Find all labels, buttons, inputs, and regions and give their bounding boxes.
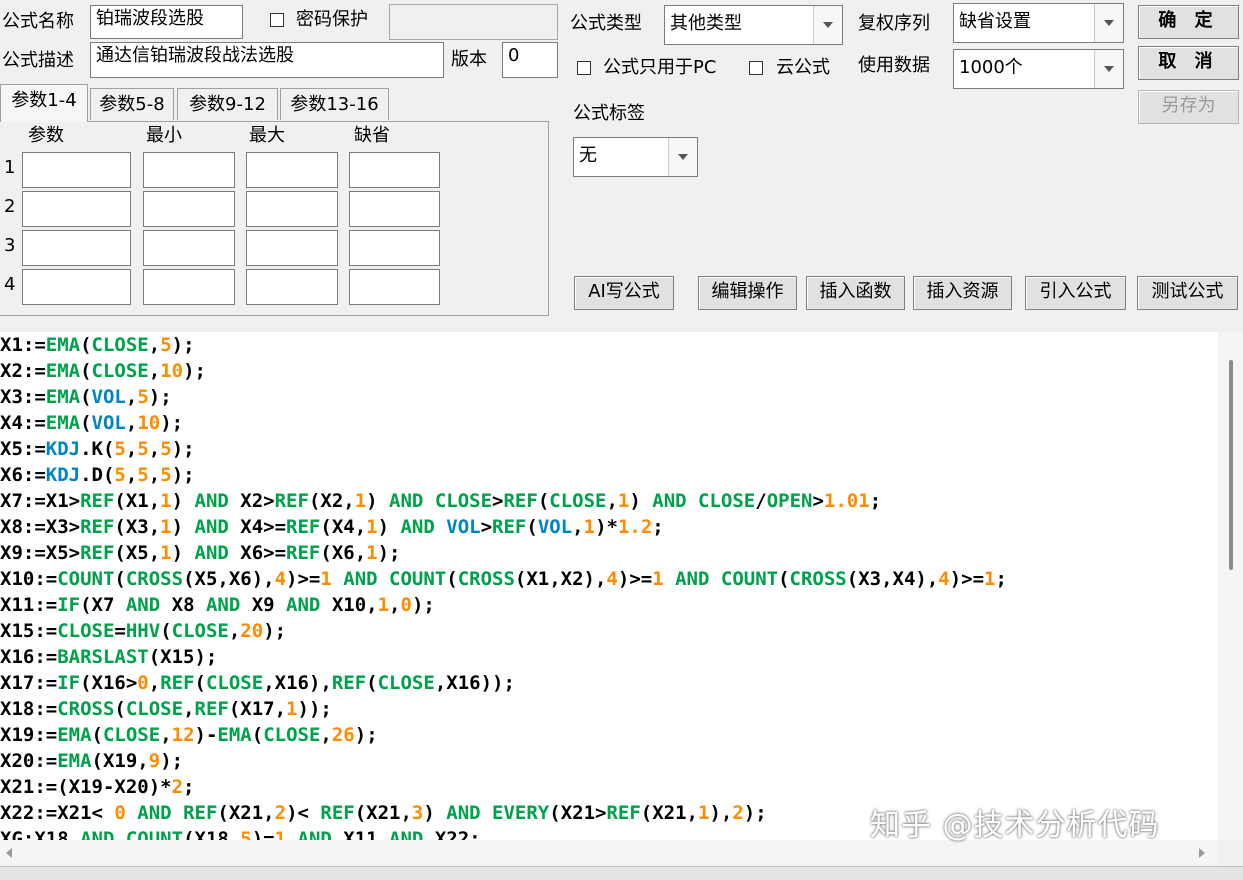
param-4-default-input[interactable] <box>349 269 440 305</box>
code-line[interactable]: X19:=EMA(CLOSE,12)-EMA(CLOSE,26); <box>0 722 1007 748</box>
tab-params-13-16[interactable]: 参数13-16 <box>280 88 389 120</box>
code-line[interactable]: X9:=X5>REF(X5,1) AND X6>=REF(X6,1); <box>0 540 1007 566</box>
param-4-min-input[interactable] <box>143 269 235 305</box>
params-header-max: 最大 <box>249 125 285 146</box>
param-row-number: 2 <box>4 196 16 217</box>
vertical-scrollbar[interactable] <box>1218 332 1243 840</box>
password-label: 密码保护 <box>296 9 368 30</box>
ok-button[interactable]: 确 定 <box>1138 5 1239 39</box>
tab-params-5-8[interactable]: 参数5-8 <box>90 88 174 120</box>
param-2-max-input[interactable] <box>246 191 338 227</box>
code-line[interactable]: X2:=EMA(CLOSE,10); <box>0 358 1007 384</box>
code-line[interactable]: X20:=EMA(X19,9); <box>0 748 1007 774</box>
watermark: 知乎 @技术分析代码 <box>870 808 1160 843</box>
param-2-name-input[interactable] <box>22 191 131 227</box>
chevron-down-icon[interactable] <box>1094 50 1123 88</box>
formula-desc-label: 公式描述 <box>2 50 74 71</box>
param-1-max-input[interactable] <box>246 152 338 188</box>
rights-value: 缺省设置 <box>959 11 1031 32</box>
version-label: 版本 <box>451 49 487 70</box>
param-3-min-input[interactable] <box>143 230 235 266</box>
code-line[interactable]: X3:=EMA(VOL,5); <box>0 384 1007 410</box>
pc-only-checkbox[interactable] <box>577 61 591 75</box>
param-1-min-input[interactable] <box>143 152 235 188</box>
param-row-number: 4 <box>4 274 16 295</box>
test-formula-button[interactable]: 测试公式 <box>1137 276 1238 310</box>
param-3-name-input[interactable] <box>22 230 131 266</box>
code-line[interactable]: X4:=EMA(VOL,10); <box>0 410 1007 436</box>
formula-type-label: 公式类型 <box>570 13 642 34</box>
rights-label: 复权序列 <box>858 13 930 34</box>
password-input[interactable] <box>389 4 558 40</box>
params-header-min: 最小 <box>146 125 182 146</box>
chevron-down-icon[interactable] <box>1094 4 1123 42</box>
param-row-number: 3 <box>4 235 16 256</box>
edit-operation-button[interactable]: 编辑操作 <box>698 276 797 310</box>
insert-resource-button[interactable]: 插入资源 <box>913 276 1012 310</box>
code-line[interactable]: X18:=CROSS(CLOSE,REF(X17,1)); <box>0 696 1007 722</box>
cancel-button[interactable]: 取 消 <box>1138 46 1239 80</box>
code-line[interactable]: X21:=(X19-X20)*2; <box>0 774 1007 800</box>
param-4-name-input[interactable] <box>22 269 131 305</box>
formula-name-input[interactable]: 铂瑞波段选股 <box>90 5 243 39</box>
tab-params-1-4[interactable]: 参数1-4 <box>0 84 88 122</box>
code-line[interactable]: X6:=KDJ.D(5,5,5); <box>0 462 1007 488</box>
use-data-label: 使用数据 <box>858 55 930 76</box>
insert-function-button[interactable]: 插入函数 <box>806 276 905 310</box>
password-checkbox[interactable] <box>270 13 284 27</box>
params-header-name: 参数 <box>28 125 64 146</box>
save-as-button[interactable]: 另存为 <box>1138 90 1239 124</box>
params-header-default: 缺省 <box>354 125 390 146</box>
param-1-name-input[interactable] <box>22 152 131 188</box>
param-2-default-input[interactable] <box>349 191 440 227</box>
code-line[interactable]: X11:=IF(X7 AND X8 AND X9 AND X10,1,0); <box>0 592 1007 618</box>
scroll-left-icon[interactable] <box>6 848 12 858</box>
param-3-max-input[interactable] <box>246 230 338 266</box>
code-line[interactable]: X8:=X3>REF(X3,1) AND X4>=REF(X4,1) AND V… <box>0 514 1007 540</box>
param-1-default-input[interactable] <box>349 152 440 188</box>
code-line[interactable]: X22:=X21< 0 AND REF(X21,2)< REF(X21,3) A… <box>0 800 1007 826</box>
chevron-down-icon[interactable] <box>813 6 842 44</box>
use-data-select[interactable]: 1000个 <box>953 49 1124 89</box>
param-3-default-input[interactable] <box>349 230 440 266</box>
scrollbar-thumb[interactable] <box>1229 360 1233 570</box>
scroll-right-icon[interactable] <box>1199 848 1205 858</box>
code-line[interactable]: X15:=CLOSE=HHV(CLOSE,20); <box>0 618 1007 644</box>
code-line[interactable]: X17:=IF(X16>0,REF(CLOSE,X16),REF(CLOSE,X… <box>0 670 1007 696</box>
code-line[interactable]: X16:=BARSLAST(X15); <box>0 644 1007 670</box>
formula-type-select[interactable]: 其他类型 <box>664 5 843 45</box>
formula-name-label: 公式名称 <box>2 11 74 32</box>
tab-params-9-12[interactable]: 参数9-12 <box>177 88 278 120</box>
version-input[interactable]: 0 <box>502 42 558 78</box>
formula-desc-input[interactable]: 通达信铂瑞波段战法选股 <box>90 42 444 78</box>
param-row-number: 1 <box>4 157 16 178</box>
param-4-max-input[interactable] <box>246 269 338 305</box>
param-2-min-input[interactable] <box>143 191 235 227</box>
code-line[interactable]: X10:=COUNT(CROSS(X5,X6),4)>=1 AND COUNT(… <box>0 566 1007 592</box>
chevron-down-icon[interactable] <box>668 138 697 176</box>
formula-tag-label: 公式标签 <box>573 103 645 124</box>
formula-tag-value: 无 <box>579 145 597 166</box>
rights-select[interactable]: 缺省设置 <box>953 3 1124 43</box>
import-formula-button[interactable]: 引入公式 <box>1025 276 1126 310</box>
cloud-label: 云公式 <box>776 57 830 78</box>
use-data-value: 1000个 <box>959 57 1023 78</box>
status-bar <box>0 866 1243 880</box>
formula-tag-select[interactable]: 无 <box>573 137 698 177</box>
code-text[interactable]: X1:=EMA(CLOSE,5); X2:=EMA(CLOSE,10); X3:=E… <box>0 332 1007 840</box>
ai-write-formula-button[interactable]: AI写公式 <box>574 276 674 310</box>
code-editor[interactable]: X1:=EMA(CLOSE,5); X2:=EMA(CLOSE,10); X3:=E… <box>0 332 1218 840</box>
cloud-checkbox[interactable] <box>749 61 763 75</box>
code-line[interactable]: X5:=KDJ.K(5,5,5); <box>0 436 1007 462</box>
code-line[interactable]: XG:X18 AND COUNT(X18,5)=1 AND X11 AND X2… <box>0 826 1007 840</box>
code-line[interactable]: X1:=EMA(CLOSE,5); <box>0 332 1007 358</box>
formula-type-value: 其他类型 <box>670 13 742 34</box>
pc-only-label: 公式只用于PC <box>603 57 717 78</box>
code-line[interactable]: X7:=X1>REF(X1,1) AND X2>REF(X2,1) AND CL… <box>0 488 1007 514</box>
